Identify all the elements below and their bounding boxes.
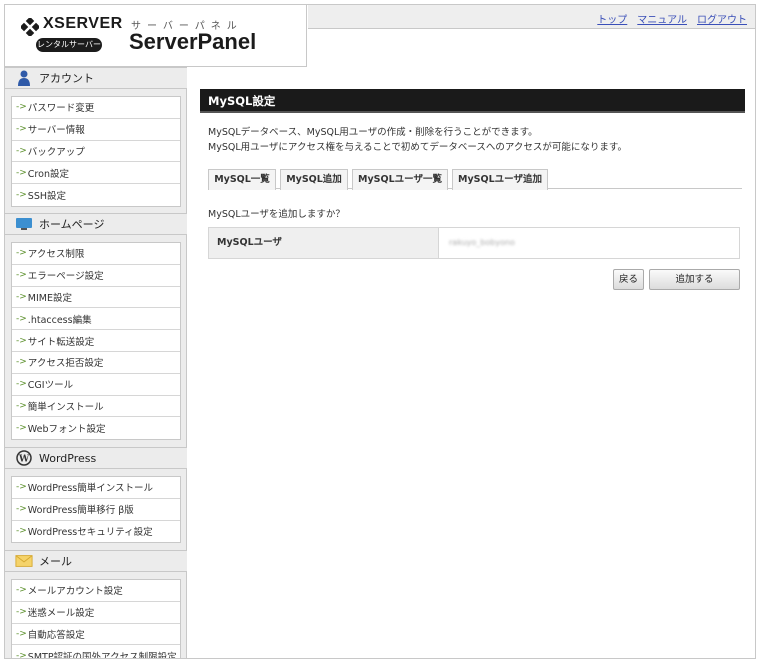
sidebar-item-smtp-limit[interactable]: -> SMTP認証の国外アクセス制限設定 <box>12 645 180 659</box>
link-manual[interactable]: マニュアル <box>637 11 687 26</box>
wordpress-icon: W <box>15 450 33 466</box>
svg-text:W: W <box>18 455 30 465</box>
arrow-right-icon: -> <box>16 482 27 493</box>
add-button[interactable]: 追加する <box>649 269 740 290</box>
arrow-right-icon: -> <box>16 145 27 156</box>
panel-title: ServerPanel <box>129 29 257 54</box>
arrow-right-icon: -> <box>16 628 27 639</box>
tab-mysql-list[interactable]: MySQL一覧 <box>208 169 276 190</box>
sidebar-item-easy-install[interactable]: -> 簡単インストール <box>12 396 180 418</box>
sidebar-list-account: -> パスワード変更 -> サーバー情報 -> バックアップ -> Cron設定 -> S… <box>11 96 181 207</box>
sidebar-list-wordpress: -> WordPress簡単インストール -> WordPress簡単移行 β版 -… <box>11 476 181 544</box>
arrow-right-icon: -> <box>16 102 27 113</box>
sidebar-item-mime[interactable]: -> MIME設定 <box>12 287 180 309</box>
sidebar-item-wp-security[interactable]: -> WordPressセキュリティ設定 <box>12 521 180 543</box>
arrow-right-icon: -> <box>16 313 27 324</box>
sidebar-item-autoreply[interactable]: -> 自動応答設定 <box>12 624 180 646</box>
link-top[interactable]: トップ <box>597 11 627 26</box>
arrow-right-icon: -> <box>16 504 27 515</box>
page-title: MySQL設定 <box>200 89 745 113</box>
sidebar-item-server-info[interactable]: -> サーバー情報 <box>12 119 180 141</box>
main-content: MySQL設定 MySQLデータベース、MySQL用ユーザの作成・削除を行うこと… <box>188 67 755 658</box>
form-row-mysql-user: MySQLユーザ rakuyo_bobyono <box>208 227 740 259</box>
xserver-logo-icon <box>21 18 39 36</box>
sidebar-item-mail-account[interactable]: -> メールアカウント設定 <box>12 580 180 602</box>
header: XSERVER レンタルサーバー サーバーパネル ServerPanel トップ… <box>5 5 755 67</box>
sidebar-item-cgi-tool[interactable]: -> CGIツール <box>12 374 180 396</box>
sidebar-item-password[interactable]: -> パスワード変更 <box>12 97 180 119</box>
form-label: MySQLユーザ <box>209 228 439 258</box>
sidebar-section-mail: メール <box>5 550 187 572</box>
sidebar-item-access-limit[interactable]: -> アクセス制限 <box>12 243 180 265</box>
logo[interactable]: XSERVER レンタルサーバー サーバーパネル ServerPanel <box>5 5 307 67</box>
sidebar-list-mail: -> メールアカウント設定 -> 迷惑メール設定 -> 自動応答設定 -> SMTP認証… <box>11 579 181 659</box>
sidebar-item-cron[interactable]: -> Cron設定 <box>12 162 180 185</box>
arrow-right-icon: -> <box>16 651 27 659</box>
tab-mysql-user-add[interactable]: MySQLユーザ追加 <box>452 169 548 190</box>
sidebar-item-spam[interactable]: -> 迷惑メール設定 <box>12 602 180 624</box>
back-button[interactable]: 戻る <box>613 269 644 290</box>
sidebar-section-account: アカウント <box>5 67 187 89</box>
brand-name: XSERVER <box>43 15 123 32</box>
arrow-right-icon: -> <box>16 423 27 434</box>
sidebar-item-web-font[interactable]: -> Webフォント設定 <box>12 417 180 439</box>
arrow-right-icon: -> <box>16 585 27 596</box>
sidebar-section-title: アカウント <box>39 72 94 85</box>
sidebar-item-error-page[interactable]: -> エラーページ設定 <box>12 265 180 287</box>
arrow-right-icon: -> <box>16 248 27 259</box>
sidebar-section-title: WordPress <box>39 451 97 465</box>
arrow-right-icon: -> <box>16 335 27 346</box>
arrow-right-icon: -> <box>16 400 27 411</box>
link-logout[interactable]: ログアウト <box>697 11 747 26</box>
brand-badge: レンタルサーバー <box>36 38 102 52</box>
page-description: MySQLデータベース、MySQL用ユーザの作成・削除を行うことができます。 M… <box>208 127 627 153</box>
arrow-right-icon: -> <box>16 357 27 368</box>
header-nav: トップ マニュアル ログアウト <box>308 5 755 29</box>
confirm-prompt: MySQLユーザを追加しますか？ <box>208 209 345 220</box>
arrow-right-icon: -> <box>16 291 27 302</box>
sidebar-section-homepage: ホームページ <box>5 213 187 235</box>
sidebar-item-ssh[interactable]: -> SSH設定 <box>12 184 180 206</box>
monitor-icon <box>15 216 33 232</box>
sidebar-item-access-deny[interactable]: -> アクセス拒否設定 <box>12 352 180 374</box>
arrow-right-icon: -> <box>16 270 27 281</box>
arrow-right-icon: -> <box>16 526 27 537</box>
tab-mysql-add[interactable]: MySQL追加 <box>280 169 348 190</box>
sidebar-item-wp-migrate[interactable]: -> WordPress簡単移行 β版 <box>12 499 180 521</box>
sidebar-item-wp-install[interactable]: -> WordPress簡単インストール <box>12 477 180 499</box>
sidebar-section-wordpress: W WordPress <box>5 447 187 469</box>
person-icon <box>15 70 33 86</box>
mysql-user-value: rakuyo_bobyono <box>449 238 515 247</box>
tab-mysql-user-list[interactable]: MySQLユーザ一覧 <box>352 169 448 190</box>
sidebar-item-htaccess[interactable]: -> .htaccess編集 <box>12 308 180 331</box>
sidebar-item-site-transfer[interactable]: -> サイト転送設定 <box>12 330 180 352</box>
sidebar-item-backup[interactable]: -> バックアップ <box>12 141 180 163</box>
arrow-right-icon: -> <box>16 190 27 201</box>
arrow-right-icon: -> <box>16 379 27 390</box>
sidebar: アカウント -> パスワード変更 -> サーバー情報 -> バックアップ -> Cron… <box>5 67 187 659</box>
arrow-right-icon: -> <box>16 607 27 618</box>
arrow-right-icon: -> <box>16 167 27 178</box>
tab-bar: MySQL一覧 MySQL追加 MySQLユーザ一覧 MySQLユーザ追加 <box>208 169 742 190</box>
sidebar-list-homepage: -> アクセス制限 -> エラーページ設定 -> MIME設定 -> .htaccess… <box>11 242 181 441</box>
sidebar-section-title: ホームページ <box>39 218 105 231</box>
envelope-icon <box>15 553 33 569</box>
arrow-right-icon: -> <box>16 124 27 135</box>
server-panel-window: XSERVER レンタルサーバー サーバーパネル ServerPanel トップ… <box>4 4 756 659</box>
sidebar-section-title: メール <box>39 555 72 568</box>
